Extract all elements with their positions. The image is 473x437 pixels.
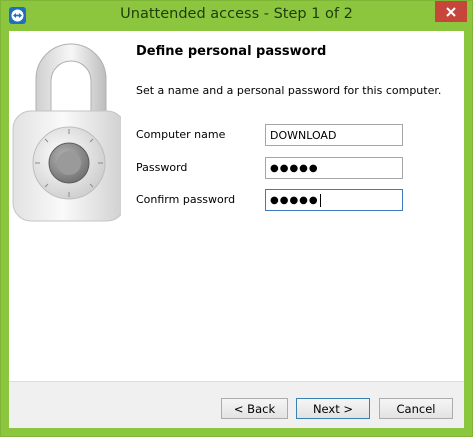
close-button[interactable] bbox=[435, 1, 467, 22]
back-button[interactable]: < Back bbox=[221, 398, 288, 419]
close-icon bbox=[446, 6, 456, 17]
wizard-content: Define personal password Set a name and … bbox=[9, 31, 464, 428]
password-mask: ●●●●● bbox=[270, 162, 319, 174]
confirm-password-field[interactable]: ●●●●● bbox=[265, 189, 403, 211]
confirm-password-mask: ●●●●● bbox=[270, 194, 319, 206]
computer-name-field[interactable]: DOWNLOAD bbox=[265, 124, 403, 146]
title-bar[interactable]: Unattended access - Step 1 of 2 bbox=[1, 1, 472, 31]
cancel-button[interactable]: Cancel bbox=[379, 398, 453, 419]
text-caret bbox=[319, 193, 321, 207]
next-button[interactable]: Next > bbox=[296, 398, 370, 419]
computer-name-label: Computer name bbox=[136, 128, 226, 141]
page-description: Set a name and a personal password for t… bbox=[136, 84, 442, 97]
window-title: Unattended access - Step 1 of 2 bbox=[120, 6, 353, 22]
button-bar: < Back Next > Cancel bbox=[9, 381, 464, 428]
page-heading: Define personal password bbox=[136, 44, 327, 59]
password-label: Password bbox=[136, 161, 188, 174]
confirm-password-label: Confirm password bbox=[136, 193, 236, 206]
computer-name-value: DOWNLOAD bbox=[270, 128, 337, 142]
wizard-window: Unattended access - Step 1 of 2 Define p… bbox=[0, 0, 473, 437]
padlock-icon bbox=[12, 43, 121, 222]
password-field[interactable]: ●●●●● bbox=[265, 157, 403, 179]
